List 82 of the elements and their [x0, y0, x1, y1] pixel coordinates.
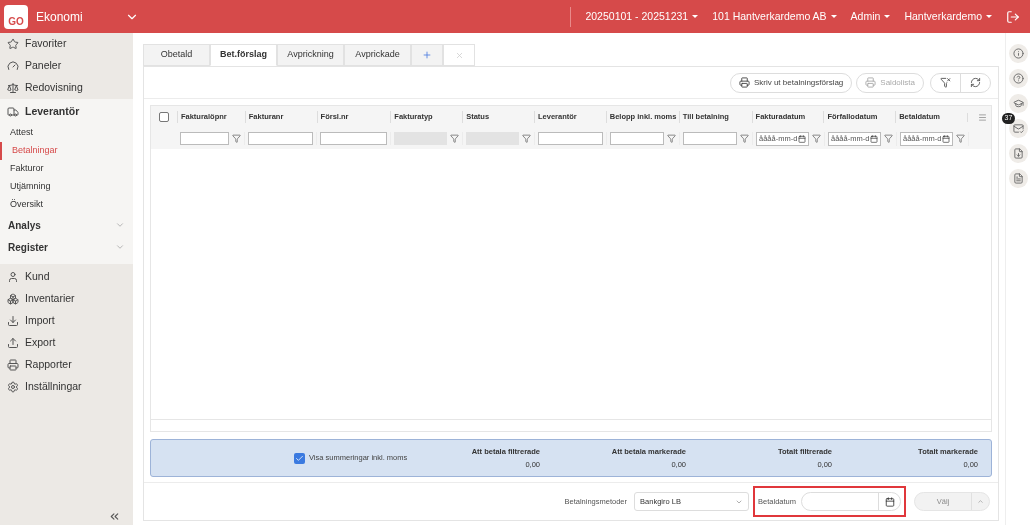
filter-icon[interactable]: [884, 134, 893, 143]
calendar-icon: [942, 134, 951, 143]
tab[interactable]: Bet.förslag: [210, 44, 277, 66]
info-icon: [1012, 48, 1024, 59]
file-icon: [1012, 148, 1024, 159]
sidebar-item-icon: [7, 337, 19, 349]
messages-button[interactable]: [1008, 119, 1028, 138]
collapse-icon[interactable]: [108, 510, 121, 523]
close-icon: [454, 50, 464, 60]
calendar-icon: [798, 134, 807, 143]
academy-button[interactable]: [1008, 94, 1028, 113]
filter-icon[interactable]: [812, 134, 821, 143]
filter-field[interactable]: [320, 132, 387, 145]
header-menu[interactable]: Hantverkardemo: [904, 8, 992, 25]
logout-icon[interactable]: [1006, 9, 1020, 24]
checkbox[interactable]: [294, 452, 305, 464]
header-menu[interactable]: Admin: [850, 8, 891, 25]
calendar-icon: [884, 496, 895, 507]
filter-field[interactable]: [180, 132, 229, 145]
document-button[interactable]: [1008, 144, 1028, 163]
filter-icon[interactable]: [956, 134, 965, 143]
calendar-icon: [870, 134, 879, 143]
printer-icon: [865, 77, 877, 88]
filter-field[interactable]: [248, 132, 313, 145]
header-menu[interactable]: 20250101 - 20251231: [585, 8, 699, 25]
sidebar-item-icon: [7, 381, 19, 393]
chevron-icon: [115, 220, 125, 230]
tab[interactable]: Avprickning: [277, 44, 344, 66]
sidebar-item-icon: [7, 82, 19, 94]
info-button[interactable]: [1008, 44, 1028, 63]
select-all-checkbox[interactable]: [158, 112, 169, 122]
sidebar-item-icon: [7, 38, 19, 50]
app-title: Ekonomi: [36, 8, 83, 26]
sidebar-subitem[interactable]: Översikt: [0, 196, 133, 214]
sidebar-subitem[interactable]: Attest: [0, 124, 133, 142]
chevron-icon: [115, 242, 125, 252]
sidebar-item[interactable]: Favoriter: [0, 33, 133, 55]
sidebar-section[interactable]: Leverantör: [0, 99, 133, 124]
sidebar-item-icon: [7, 60, 19, 72]
chevron-icon: [977, 498, 984, 505]
clear-filter-icon[interactable]: [940, 77, 951, 88]
logo-icon: GO: [4, 4, 28, 29]
sidebar-item-icon: [7, 293, 19, 305]
header-menu[interactable]: 101 Hantverkardemo AB: [712, 8, 837, 25]
sidebar-subitem[interactable]: Fakturor: [0, 160, 133, 178]
report-button[interactable]: [1008, 169, 1028, 188]
graduation-cap-icon: [1012, 98, 1024, 109]
sidebar-subitem[interactable]: Betalningar: [0, 142, 133, 160]
filter-icon[interactable]: [232, 134, 241, 143]
sidebar-item-icon: [7, 271, 19, 283]
sidebar-item-icon: [7, 315, 19, 327]
add-tab-button[interactable]: [411, 44, 443, 66]
filter-icon[interactable]: [522, 134, 531, 143]
filter-field[interactable]: [683, 132, 737, 145]
sidebar-group[interactable]: Analys: [0, 214, 133, 236]
sidebar-item[interactable]: Inställningar: [0, 376, 133, 398]
sidebar-item-icon: [7, 359, 19, 371]
sidebar-item[interactable]: Redovisning: [0, 77, 133, 99]
sidebar-item[interactable]: Rapporter: [0, 354, 133, 376]
sidebar-item[interactable]: Paneler: [0, 55, 133, 77]
sidebar-item[interactable]: Import: [0, 310, 133, 332]
sidebar-item[interactable]: Inventarier: [0, 288, 133, 310]
refresh-icon[interactable]: [970, 77, 981, 88]
sidebar-item[interactable]: Export: [0, 332, 133, 354]
plus-icon: [422, 50, 432, 60]
sidebar-group[interactable]: Register: [0, 236, 133, 258]
printer-icon: [738, 77, 750, 88]
help-button[interactable]: [1008, 69, 1028, 88]
tab[interactable]: Avprickade: [344, 44, 411, 66]
sidebar-subitem[interactable]: Utjämning: [0, 178, 133, 196]
filter-field[interactable]: [610, 132, 664, 145]
sidebar-item[interactable]: Kund: [0, 266, 133, 288]
envelope-icon: [1012, 123, 1024, 134]
help-icon: [1012, 73, 1024, 84]
filter-icon[interactable]: [740, 134, 749, 143]
document-icon: [1012, 173, 1024, 184]
filter-field[interactable]: [538, 132, 603, 145]
filter-icon[interactable]: [450, 134, 459, 143]
truck-icon: [7, 105, 19, 118]
tab[interactable]: Obetald: [143, 44, 210, 66]
filter-icon[interactable]: [667, 134, 676, 143]
column-menu-icon[interactable]: [978, 112, 987, 122]
